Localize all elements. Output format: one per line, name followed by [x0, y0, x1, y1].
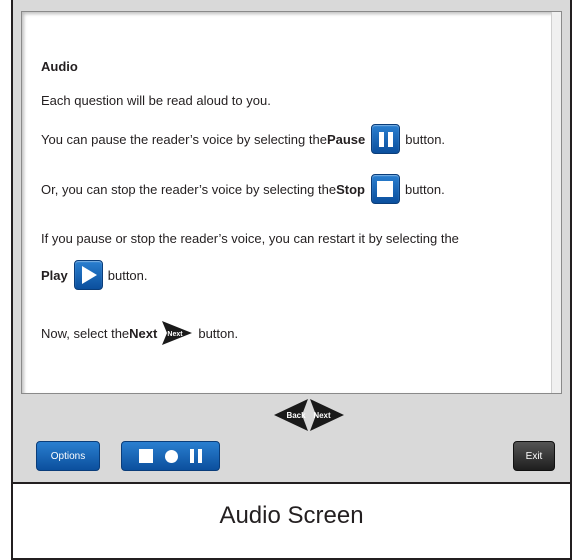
- instruction-line-3: Or, you can stop the reader’s voice by s…: [41, 174, 445, 204]
- instruction-line-6: Now, select the Next Next button.: [41, 318, 238, 348]
- audio-controls: [121, 441, 220, 471]
- pause-icon[interactable]: [190, 449, 202, 463]
- exit-button[interactable]: Exit: [513, 441, 555, 471]
- options-button[interactable]: Options: [36, 441, 100, 471]
- instruction-line-1: Each question will be read aloud to you.: [41, 93, 271, 108]
- instruction-line-2: You can pause the reader’s voice by sele…: [41, 124, 445, 154]
- next-arrow-icon-label: Next: [168, 331, 184, 338]
- play-dot-icon[interactable]: [165, 449, 178, 463]
- exit-button-label: Exit: [525, 450, 543, 462]
- scrollbar[interactable]: [551, 12, 561, 393]
- next-button-label: Next: [313, 411, 331, 420]
- back-button[interactable]: Back: [274, 399, 308, 431]
- stop-icon: [370, 174, 400, 204]
- next-arrow-icon: Next: [162, 321, 193, 345]
- caption: Audio Screen: [219, 502, 364, 529]
- instruction-line-5: Play button.: [41, 260, 148, 290]
- instruction-line-4: If you pause or stop the reader’s voice,…: [41, 231, 459, 246]
- test-window: Audio Each question will be read aloud t…: [13, 0, 570, 484]
- options-button-label: Options: [50, 450, 86, 462]
- content-panel: Audio Each question will be read aloud t…: [21, 11, 562, 394]
- heading: Audio: [41, 59, 78, 74]
- screen-frame: Audio Each question will be read aloud t…: [11, 0, 572, 560]
- back-button-label: Back: [286, 411, 306, 420]
- pause-icon: [371, 124, 401, 154]
- next-button[interactable]: Next: [310, 399, 344, 431]
- stop-icon[interactable]: [139, 449, 153, 463]
- nav-arrows: Back Next: [274, 399, 344, 431]
- play-icon: [73, 260, 103, 290]
